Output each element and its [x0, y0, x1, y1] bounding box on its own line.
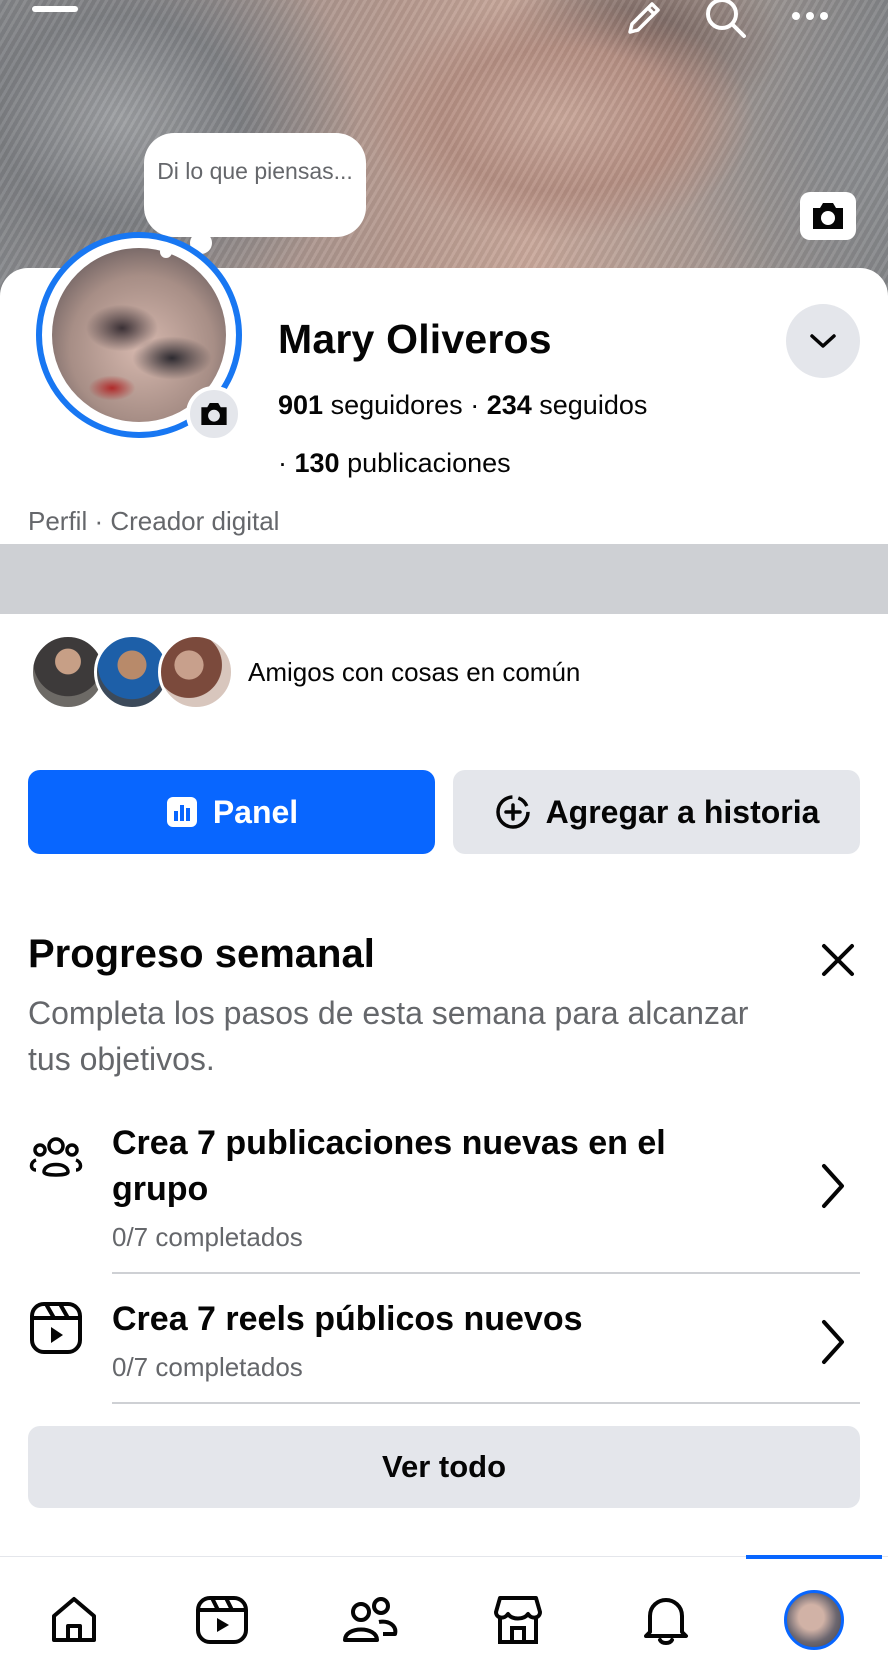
avatar [784, 1590, 844, 1650]
followers-count[interactable]: 901 [278, 390, 323, 420]
group-icon [29, 1137, 83, 1177]
more-options-icon[interactable] [790, 8, 830, 24]
marketplace-icon[interactable] [488, 1590, 548, 1650]
separator: · [278, 448, 295, 478]
follow-stats: 901 seguidores · 234 seguidos [278, 390, 647, 421]
add-story-icon [495, 795, 530, 829]
camera-icon [201, 403, 227, 425]
add-to-story-button[interactable]: Agregar a historia [453, 770, 860, 854]
panel-button[interactable]: Panel [28, 770, 435, 854]
mutual-friends-row[interactable]: Amigos con cosas en común [30, 634, 580, 710]
search-icon[interactable] [702, 0, 748, 40]
dashboard-icon [166, 797, 197, 827]
divider [112, 1272, 860, 1274]
profile-name: Mary Oliveros [278, 316, 552, 362]
profile-category: Perfil · Creador digital [28, 506, 280, 536]
weekly-progress-subtitle: Completa los pasos de esta semana para a… [28, 995, 749, 1077]
add-to-story-label: Agregar a historia [545, 793, 820, 830]
mutual-friends-text[interactable]: Amigos con cosas en común [248, 657, 580, 688]
profile-options-button[interactable] [786, 304, 860, 378]
panel-label: Panel [212, 793, 299, 830]
friend-avatar[interactable] [158, 634, 234, 710]
profile-avatar-tab[interactable] [784, 1590, 844, 1650]
posts-stats: · 130 publicaciones [278, 448, 511, 479]
camera-icon [813, 203, 843, 229]
thought-bubble[interactable]: Di lo que piensas... [144, 133, 366, 237]
posts-count: 130 [294, 448, 340, 478]
avatar-camera-button[interactable] [186, 386, 242, 442]
posts-label: publicaciones [347, 448, 511, 478]
weekly-progress-title: Progreso semanal [28, 932, 375, 976]
close-icon[interactable] [816, 938, 860, 982]
chevron-down-icon [810, 334, 836, 348]
bottom-nav [0, 1556, 888, 1668]
reels-icon [30, 1302, 82, 1354]
chevron-right-icon [822, 1164, 844, 1208]
task-title: Crea 7 reels públicos nuevos [112, 1300, 583, 1338]
friends-icon[interactable] [340, 1590, 400, 1650]
home-icon[interactable] [44, 1590, 104, 1650]
followers-label[interactable]: seguidores [331, 390, 463, 420]
separator: · [470, 390, 487, 420]
pencil-icon[interactable] [622, 0, 666, 40]
bell-icon[interactable] [636, 1590, 696, 1650]
task-row[interactable]: Crea 7 reels públicos nuevos 0/7 complet… [0, 1296, 888, 1396]
task-title: Crea 7 publicaciones nuevas en el grupo [112, 1124, 666, 1208]
following-count[interactable]: 234 [487, 390, 532, 420]
menu-icon[interactable] [32, 6, 78, 12]
divider [112, 1402, 860, 1404]
bubble-dot-tail [160, 246, 172, 258]
see-all-button[interactable]: Ver todo [28, 1426, 860, 1508]
task-row[interactable]: Crea 7 publicaciones nuevas en el grupo … [0, 1120, 888, 1260]
task-status: 0/7 completados [112, 1352, 303, 1382]
active-tab-indicator [746, 1555, 882, 1559]
following-label[interactable]: seguidos [539, 390, 647, 420]
chevron-right-icon [822, 1320, 844, 1364]
task-status: 0/7 completados [112, 1222, 303, 1252]
video-icon[interactable] [192, 1590, 252, 1650]
section-divider [0, 544, 888, 614]
cover-camera-button[interactable] [800, 192, 856, 240]
